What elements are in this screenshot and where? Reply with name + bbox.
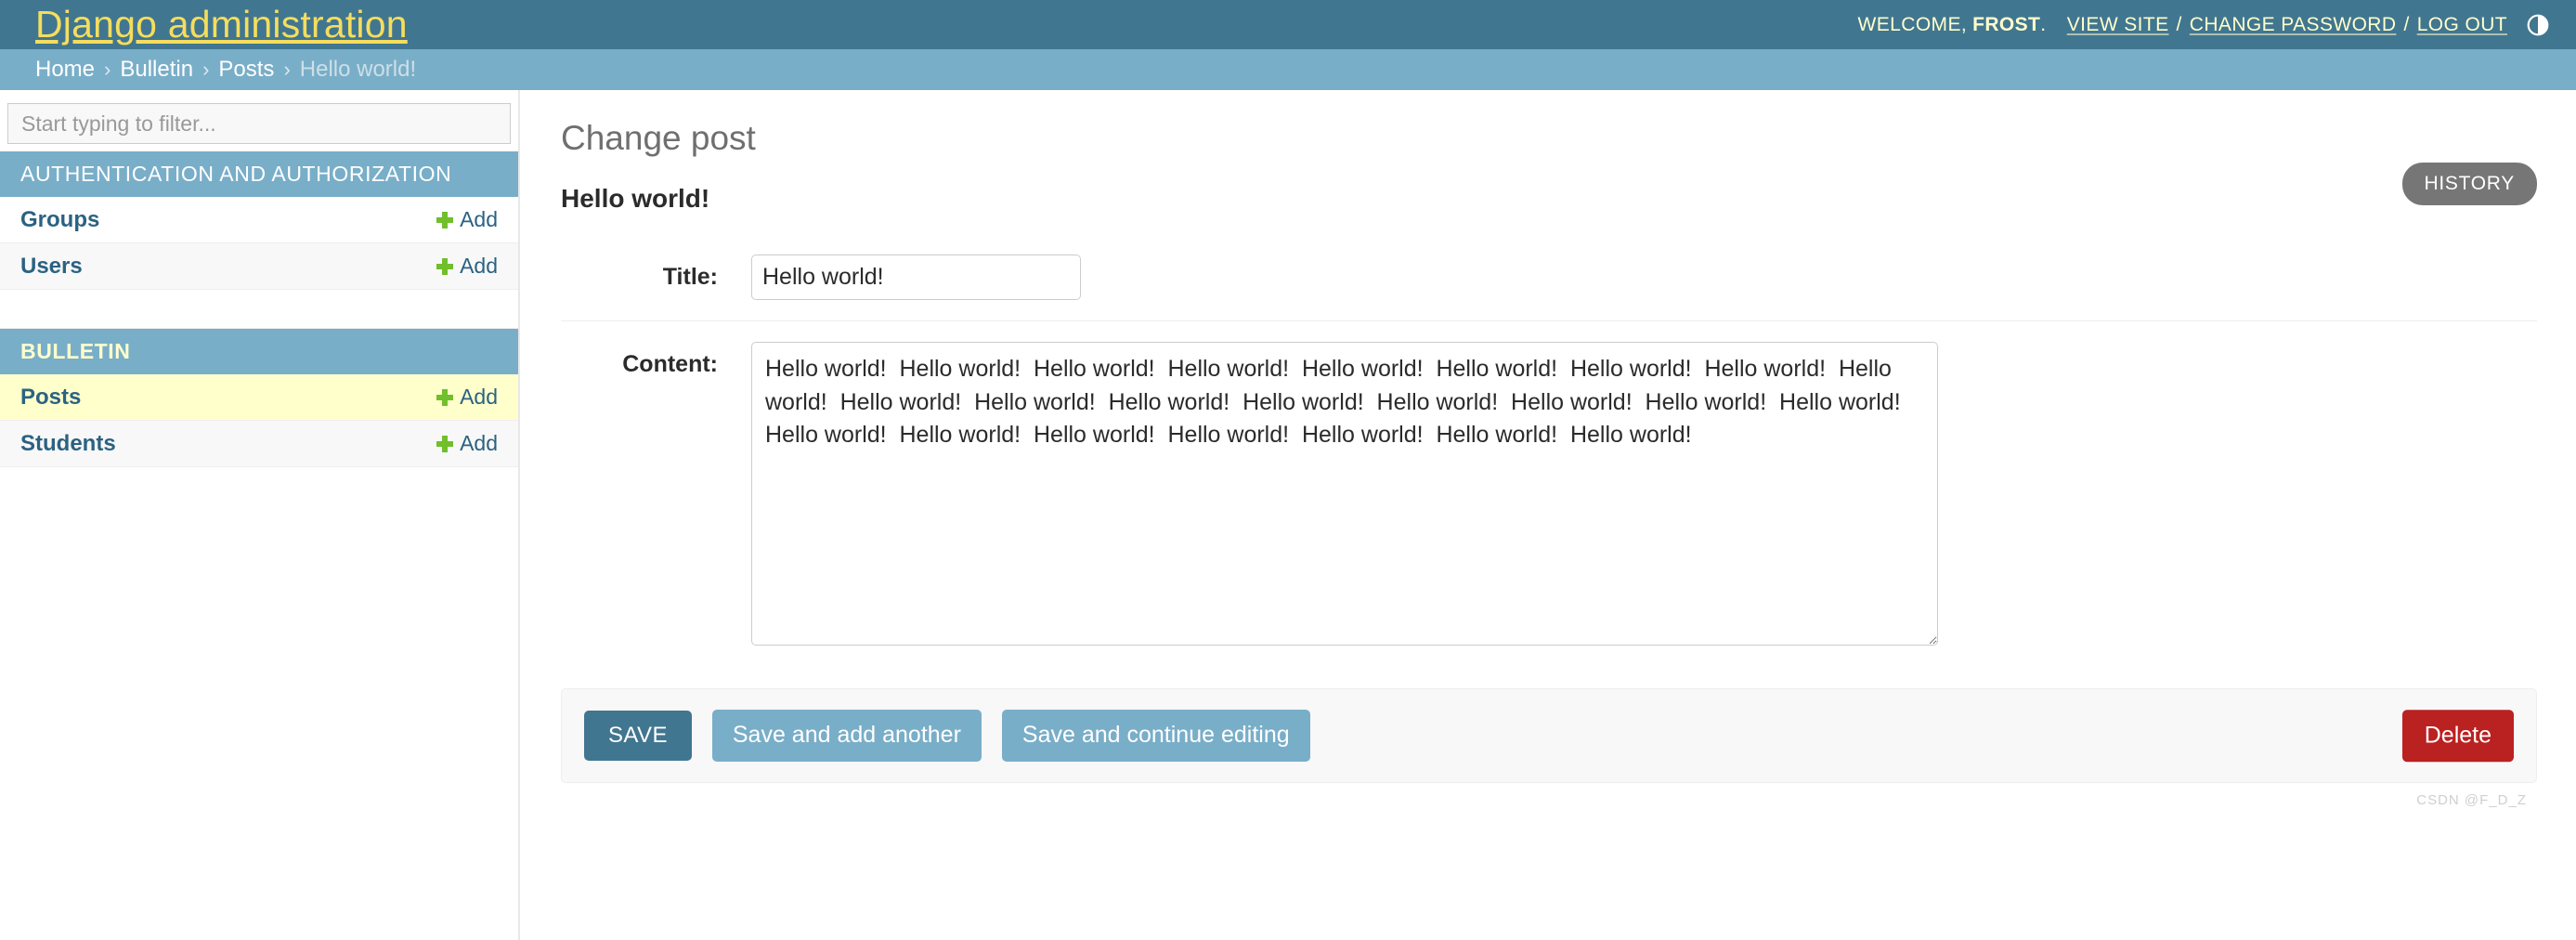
view-site-link[interactable]: VIEW SITE [2067, 14, 2169, 36]
add-students-label: Add [460, 431, 498, 455]
add-users-link[interactable]: Add [436, 254, 498, 279]
breadcrumb: Home › Bulletin › Posts › Hello world! [0, 49, 2576, 90]
sidebar-item-label-users[interactable]: Users [20, 254, 83, 280]
breadcrumb-item-bulletin[interactable]: Bulletin [120, 57, 193, 83]
breadcrumb-item-posts[interactable]: Posts [218, 57, 274, 83]
sidebar-module-gap [0, 290, 518, 329]
app-module-bulletin: BULLETIN Posts Add Students Add [0, 329, 518, 467]
form-row-content: Content: Hello world! Hello world! Hello… [561, 320, 2537, 666]
app-caption-auth[interactable]: AUTHENTICATION AND AUTHORIZATION [0, 151, 518, 197]
breadcrumb-separator: › [283, 58, 291, 81]
user-tools-separator-2: / [2403, 13, 2410, 35]
user-tools-separator-1: / [2176, 13, 2182, 35]
theme-toggle-icon[interactable] [2526, 13, 2550, 37]
username-label: FROST [1972, 13, 2041, 35]
watermark-text: CSDN @F_D_Z [2416, 791, 2527, 808]
breadcrumb-item-home[interactable]: Home [35, 57, 95, 83]
object-tools: HISTORY [2401, 163, 2537, 205]
add-students-link[interactable]: Add [436, 431, 498, 456]
branding-title[interactable]: Django administration [35, 6, 408, 44]
add-users-label: Add [460, 254, 498, 278]
save-and-continue-button[interactable]: Save and continue editing [1001, 710, 1310, 762]
sidebar-item-posts[interactable]: Posts Add [0, 374, 518, 421]
save-button[interactable]: SAVE [584, 710, 692, 762]
add-posts-link[interactable]: Add [436, 385, 498, 410]
log-out-link[interactable]: LOG OUT [2417, 14, 2507, 36]
form-row-title: Title: [561, 238, 2537, 320]
plus-icon [436, 435, 454, 452]
site-header: Django administration WELCOME, FROST. VI… [0, 0, 2576, 49]
title-field-label: Title: [662, 264, 718, 291]
sidebar-item-students[interactable]: Students Add [0, 421, 518, 467]
save-and-add-another-button[interactable]: Save and add another [711, 710, 982, 762]
add-posts-label: Add [460, 385, 498, 409]
plus-icon [436, 257, 454, 275]
app-caption-bulletin[interactable]: BULLETIN [0, 329, 518, 374]
sidebar-item-label-groups[interactable]: Groups [20, 207, 99, 233]
page-container: AUTHENTICATION AND AUTHORIZATION Groups … [0, 90, 2576, 940]
plus-icon [436, 388, 454, 406]
history-button[interactable]: HISTORY [2401, 163, 2537, 205]
sidebar-item-users[interactable]: Users Add [0, 243, 518, 290]
title-input[interactable] [751, 255, 1081, 301]
plus-icon [436, 211, 454, 228]
user-tools: WELCOME, FROST. VIEW SITE / CHANGE PASSW… [1858, 13, 2550, 37]
add-groups-link[interactable]: Add [436, 207, 498, 232]
nav-filter-input[interactable] [7, 103, 511, 144]
app-module-auth: AUTHENTICATION AND AUTHORIZATION Groups … [0, 151, 518, 290]
nav-filter-wrapper [0, 90, 518, 151]
content-main: Change post HISTORY Hello world! Title: … [520, 90, 2576, 940]
object-name-title: Hello world! [561, 184, 710, 214]
content-textarea[interactable]: Hello world! Hello world! Hello world! H… [751, 342, 1938, 646]
nav-sidebar: AUTHENTICATION AND AUTHORIZATION Groups … [0, 90, 520, 940]
delete-button[interactable]: Delete [2401, 710, 2514, 762]
welcome-text: WELCOME, [1857, 13, 1968, 35]
breadcrumb-separator: › [104, 58, 111, 81]
breadcrumb-separator: › [202, 58, 210, 81]
change-password-link[interactable]: CHANGE PASSWORD [2190, 14, 2397, 36]
content-field-label: Content: [622, 351, 718, 378]
breadcrumb-item-current: Hello world! [299, 57, 417, 82]
sidebar-item-label-students[interactable]: Students [20, 431, 116, 457]
sidebar-item-label-posts[interactable]: Posts [20, 385, 81, 411]
welcome-period: . [2040, 13, 2047, 35]
page-title: Change post [561, 119, 756, 157]
submit-row: SAVE Save and add another Save and conti… [561, 688, 2537, 808]
add-groups-label: Add [460, 207, 498, 231]
sidebar-item-groups[interactable]: Groups Add [0, 197, 518, 243]
change-post-form: Title: Content: Hello world! Hello world… [561, 238, 2537, 808]
user-tools-space [2054, 14, 2060, 36]
